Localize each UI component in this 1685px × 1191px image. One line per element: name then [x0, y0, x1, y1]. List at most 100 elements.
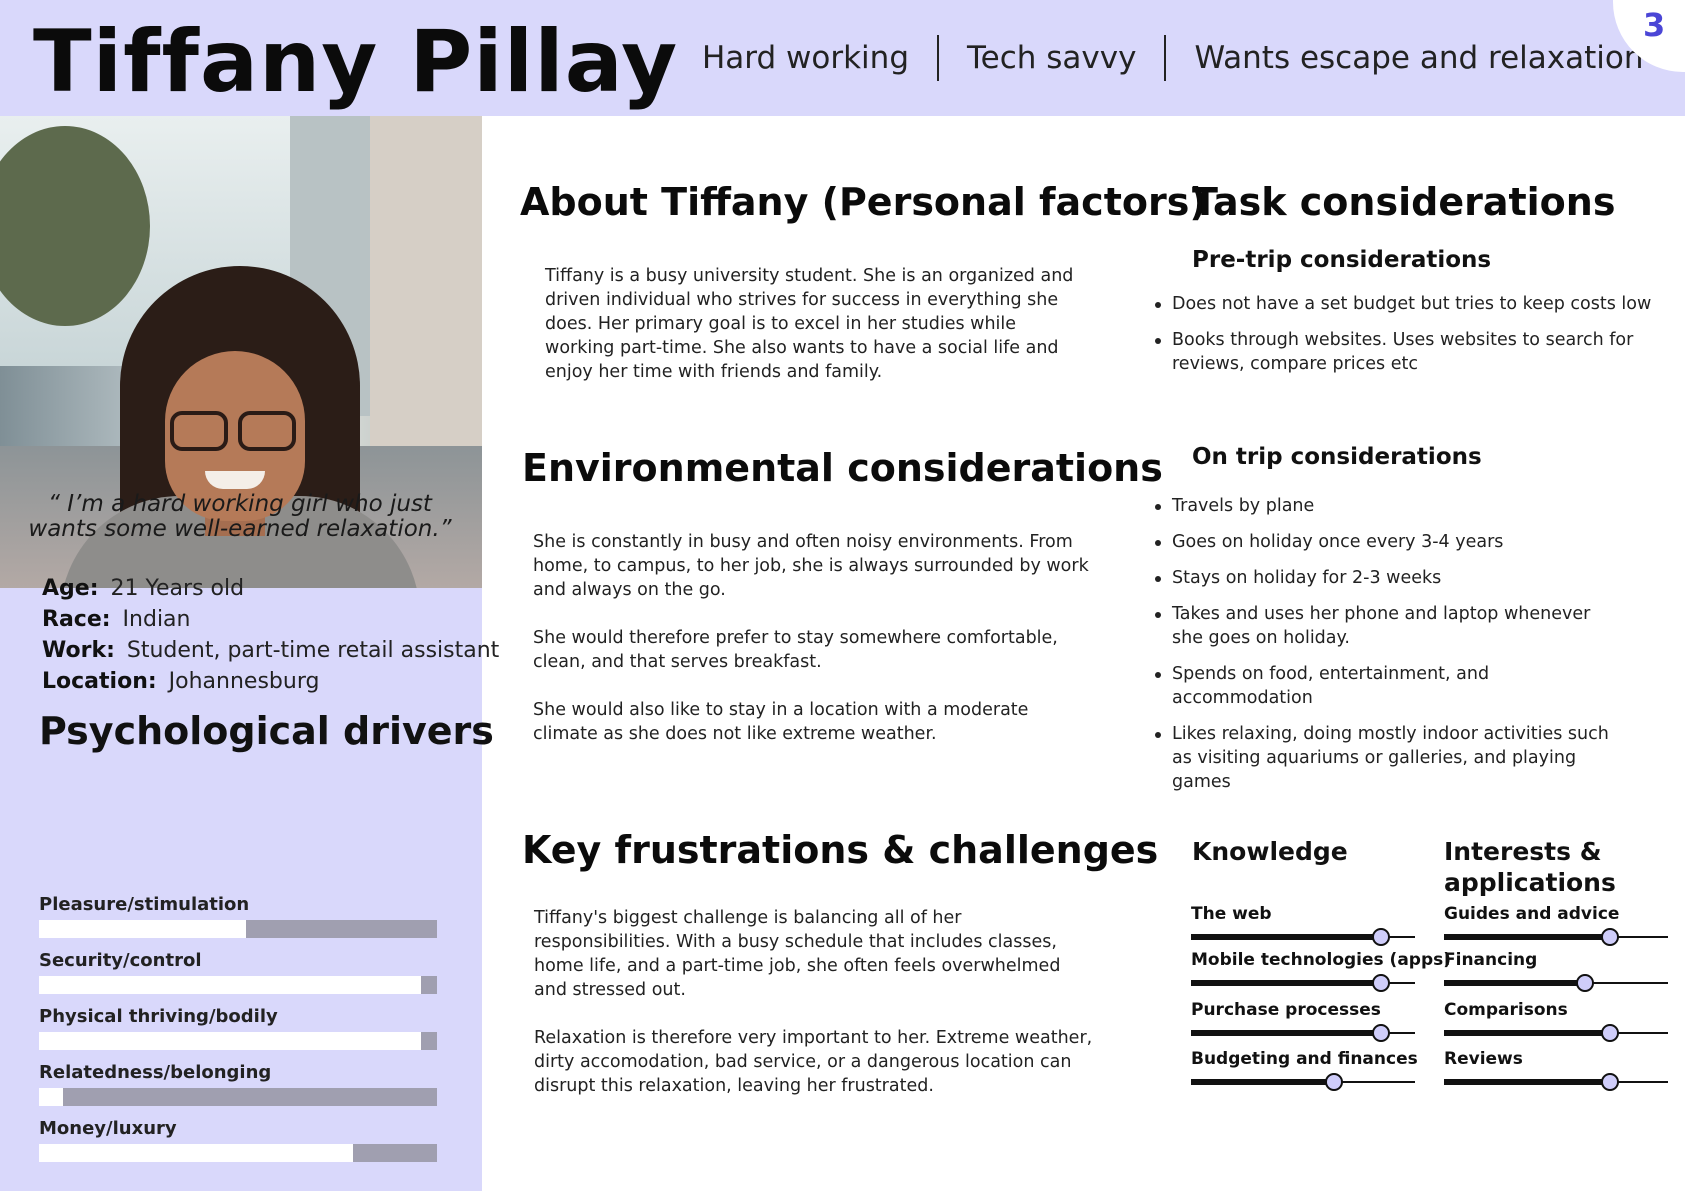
frustrations-paragraph: Relaxation is therefore very important t… [534, 1028, 1093, 1096]
slider-knob [1372, 928, 1391, 946]
driver-label: Pleasure/stimulation [39, 894, 250, 915]
environment-title: Environmental considerations [522, 446, 1163, 490]
slider-track [1191, 928, 1415, 946]
driver-level-fill [39, 1144, 354, 1162]
interests-title: Interests & applications [1444, 837, 1616, 897]
on-trip-list: Travels by plane Goes on holiday once ev… [1155, 494, 1612, 806]
environment-paragraph: She would therefore prefer to stay somew… [533, 628, 1058, 672]
driver-level-fill [39, 976, 422, 994]
persona-name: Tiffany Pillay [33, 12, 679, 112]
persona-facts: Age: 21 Years old Race: Indian Work: Stu… [42, 573, 499, 697]
header-band: Tiffany Pillay Hard working Tech savvy W… [0, 0, 1685, 116]
driver-physical: Physical thriving/bodily [39, 1006, 437, 1050]
slider-track [1444, 928, 1668, 946]
fact-value: 21 Years old [110, 576, 245, 601]
slider-knob [1576, 974, 1595, 992]
list-item: Stays on holiday for 2-3 weeks [1155, 566, 1612, 590]
on-trip-title: On trip considerations [1192, 444, 1482, 470]
fact-label: Race: [42, 607, 111, 632]
driver-level-fill [39, 920, 246, 938]
driver-security: Security/control [39, 950, 437, 994]
fact-label: Age: [42, 576, 99, 601]
about-paragraph: Tiffany is a busy university student. Sh… [545, 266, 1074, 382]
pre-trip-list: Does not have a set budget but tries to … [1155, 292, 1662, 388]
interest-slider: Reviews [1444, 1049, 1668, 1091]
list-item: Takes and uses her phone and laptop when… [1155, 602, 1612, 650]
slider-knob [1372, 974, 1391, 992]
slider-knob [1600, 1073, 1619, 1091]
driver-label: Security/control [39, 950, 202, 971]
interest-slider: Guides and advice [1444, 904, 1668, 946]
slider-knob [1600, 1024, 1619, 1042]
frustrations-paragraph: Tiffany's biggest challenge is balancing… [534, 908, 1061, 1000]
slider-label: Reviews [1444, 1049, 1523, 1069]
driver-money: Money/luxury [39, 1118, 437, 1162]
about-text: Tiffany is a busy university student. Sh… [545, 264, 1085, 384]
slider-knob [1372, 1024, 1391, 1042]
slider-label: Comparisons [1444, 1000, 1568, 1020]
driver-bar [39, 1144, 437, 1162]
slider-label: The web [1191, 904, 1272, 924]
frustrations-text: Tiffany's biggest challenge is balancing… [534, 906, 1094, 1098]
fact-age: Age: 21 Years old [42, 573, 499, 604]
page-number: 3 [1643, 6, 1666, 44]
trait-tech-savvy: Tech savvy [967, 40, 1137, 76]
slider-track [1191, 1024, 1415, 1042]
environment-text: She is constantly in busy and often nois… [533, 530, 1093, 746]
fact-location: Location: Johannesburg [42, 666, 499, 697]
driver-bar [39, 976, 437, 994]
knowledge-slider: The web [1191, 904, 1415, 946]
fact-label: Work: [42, 638, 115, 663]
list-item: Likes relaxing, doing mostly indoor acti… [1155, 722, 1612, 794]
fact-work: Work: Student, part-time retail assistan… [42, 635, 499, 666]
quote-text: I’m a hard working girl who just wants s… [28, 491, 452, 542]
list-item: Books through websites. Uses websites to… [1155, 328, 1662, 376]
pre-trip-title: Pre-trip considerations [1192, 247, 1492, 273]
persona-traits: Hard working Tech savvy Wants escape and… [702, 35, 1643, 81]
fact-race: Race: Indian [42, 604, 499, 635]
slider-label: Budgeting and finances [1191, 1049, 1418, 1069]
slider-track [1444, 974, 1668, 992]
fact-label: Location: [42, 669, 157, 694]
driver-level-fill [39, 1032, 422, 1050]
knowledge-title: Knowledge [1192, 837, 1348, 866]
slider-track [1191, 1073, 1415, 1091]
interest-slider: Comparisons [1444, 1000, 1668, 1042]
trait-divider [937, 35, 939, 81]
slider-label: Purchase processes [1191, 1000, 1381, 1020]
trait-hard-working: Hard working [702, 40, 909, 76]
slider-knob [1600, 928, 1619, 946]
list-item: Travels by plane [1155, 494, 1612, 518]
list-item: Does not have a set budget but tries to … [1155, 292, 1662, 316]
interest-slider: Financing [1444, 950, 1668, 992]
driver-bar [39, 920, 437, 938]
knowledge-slider: Purchase processes [1191, 1000, 1415, 1042]
driver-label: Relatedness/belonging [39, 1062, 272, 1083]
driver-relatedness: Relatedness/belonging [39, 1062, 437, 1106]
driver-label: Physical thriving/bodily [39, 1006, 278, 1027]
environment-paragraph: She is constantly in busy and often nois… [533, 532, 1089, 600]
slider-track [1191, 974, 1415, 992]
driver-bar [39, 1088, 437, 1106]
slider-track [1444, 1073, 1668, 1091]
about-title: About Tiffany (Personal factors) [520, 180, 1207, 224]
quote-mark: “ [48, 491, 60, 517]
knowledge-slider: Mobile technologies (apps) [1191, 950, 1452, 992]
psych-drivers-title: Psychological drivers [39, 709, 494, 753]
slider-knob [1325, 1073, 1344, 1091]
slider-label: Financing [1444, 950, 1538, 970]
fact-value: Student, part-time retail assistant [126, 638, 500, 663]
list-item: Spends on food, entertainment, and accom… [1155, 662, 1612, 710]
slider-track [1444, 1024, 1668, 1042]
frustrations-title: Key frustrations & challenges [522, 828, 1159, 872]
slider-label: Mobile technologies (apps) [1191, 950, 1452, 970]
environment-paragraph: She would also like to stay in a locatio… [533, 700, 1029, 744]
slider-label: Guides and advice [1444, 904, 1620, 924]
fact-value: Indian [122, 607, 191, 632]
fact-value: Johannesburg [168, 669, 320, 694]
task-title: Task considerations [1192, 180, 1616, 224]
persona-quote: “ I’m a hard working girl who just wants… [20, 492, 460, 542]
trait-escape-relaxation: Wants escape and relaxation [1194, 40, 1644, 76]
trait-divider [1164, 35, 1167, 81]
list-item: Goes on holiday once every 3-4 years [1155, 530, 1612, 554]
